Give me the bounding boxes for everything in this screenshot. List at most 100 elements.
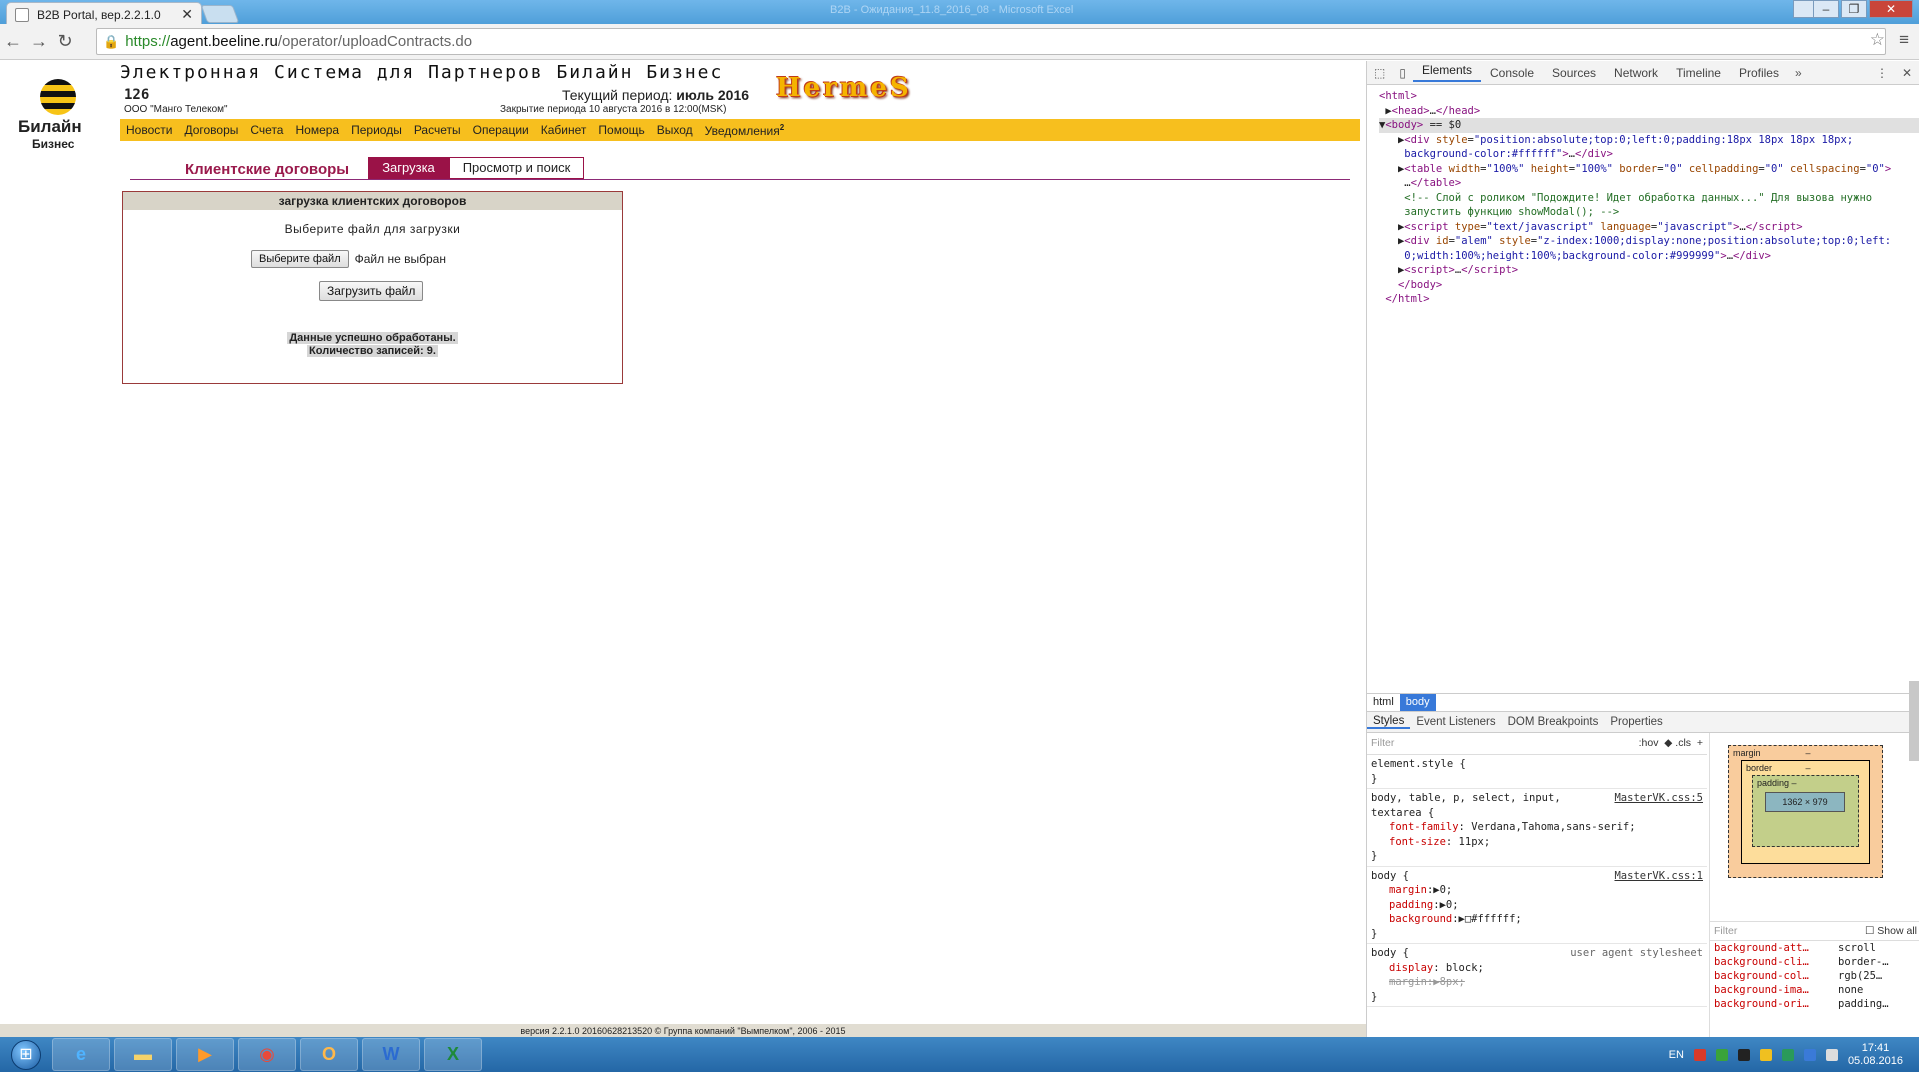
css-rule[interactable]: user agent stylesheet body { display: bl… [1367,944,1707,1007]
nav-contracts[interactable]: Договоры [184,123,238,137]
browser-tab[interactable]: B2B Portal, вер.2.2.1.0 ✕ [6,2,202,26]
tray-app-icon[interactable] [1737,1048,1750,1061]
nav-periods[interactable]: Периоды [351,123,402,137]
nav-notifications[interactable]: Уведомления2 [705,123,784,138]
new-tab-button[interactable] [200,5,240,23]
inspect-element-icon[interactable]: ⬚ [1367,66,1392,80]
css-rule[interactable]: MasterVK.css:5 body, table, p, select, i… [1367,789,1707,867]
computed-row[interactable]: background-cli… border-… [1710,955,1919,969]
dom-line[interactable]: ▶<div id="alem" style="z-index:1000;disp… [1379,234,1919,249]
devtools-tab-sources[interactable]: Sources [1543,66,1605,80]
dom-line[interactable]: background-color:#ffffff">…</div> [1379,147,1919,162]
tray-app-icon[interactable] [1759,1048,1772,1061]
dom-line[interactable]: 0;width:100%;height:100%;background-colo… [1379,249,1919,264]
dom-line[interactable]: </body> [1379,278,1919,293]
internet-explorer-icon[interactable]: e [52,1038,110,1071]
outlook-icon[interactable]: O [300,1038,358,1071]
dom-line[interactable]: <html> [1379,89,1919,104]
subtab-event-listeners[interactable]: Event Listeners [1410,716,1501,728]
box-model-padding[interactable]: padding – 1362 × 979 [1752,775,1859,847]
css-rule[interactable]: MasterVK.css:1 body { margin:▶0; padding… [1367,867,1707,944]
devtools-tab-elements[interactable]: Elements [1412,63,1481,82]
computed-row[interactable]: background-col… rgb(25… [1710,969,1919,983]
beeline-logo[interactable]: Билайн Бизнес [18,79,98,151]
device-mode-icon[interactable]: ▯ [1392,66,1413,80]
tray-app-icon[interactable] [1693,1048,1706,1061]
tray-app-icon[interactable] [1715,1048,1728,1061]
bookmark-star-icon[interactable]: ☆ [1870,30,1885,50]
word-icon[interactable]: W [362,1038,420,1071]
crumb-body[interactable]: body [1399,694,1436,711]
excel-icon[interactable]: X [424,1038,482,1071]
css-source-link[interactable]: MasterVK.css:5 [1614,791,1703,806]
subtab-properties[interactable]: Properties [1604,716,1668,728]
address-bar[interactable]: 🔒 https:// agent.beeline.ru /operator/up… [96,28,1886,55]
computed-row[interactable]: background-ima… none [1710,983,1919,997]
dom-line[interactable]: запустить функцию showModal(); --> [1379,205,1919,220]
reload-icon[interactable]: ↻ [52,31,78,52]
forward-arrow-icon[interactable]: → [26,31,52,52]
crumb-html[interactable]: html [1367,694,1400,711]
show-all-checkbox[interactable]: ☐ Show all [1865,925,1917,937]
nav-operations[interactable]: Операции [473,123,529,137]
dom-line[interactable]: ▶<head>…</head> [1379,104,1919,119]
box-model-margin[interactable]: margin – border – padding – 1362 × 979 [1728,745,1883,878]
hov-toggle[interactable]: :hov ◆ .cls + [1639,736,1703,751]
tab-view-search[interactable]: Просмотр и поиск [449,157,584,179]
language-indicator[interactable]: EN [1669,1049,1684,1061]
media-player-icon[interactable]: ▶ [176,1038,234,1071]
file-explorer-icon[interactable]: ▬ [114,1038,172,1071]
chrome-icon[interactable]: ◉ [238,1038,296,1071]
nav-news[interactable]: Новости [126,123,172,137]
css-rule[interactable]: element.style {} [1367,755,1707,789]
css-source-link[interactable]: MasterVK.css:1 [1614,869,1703,884]
close-window-button[interactable]: ✕ [1869,0,1913,18]
dom-line[interactable]: </html> [1379,292,1919,307]
dom-line-selected[interactable]: ▼<body> == $0 [1379,118,1919,133]
maximize-button[interactable]: ❐ [1841,0,1867,18]
minimize-button[interactable]: – [1813,0,1839,18]
start-button[interactable]: ⊞ [0,1037,52,1072]
devtools-menu-icon[interactable]: ⋮ [1869,66,1895,80]
box-model-border[interactable]: border – padding – 1362 × 979 [1741,760,1870,864]
dom-line[interactable]: …</table> [1379,176,1919,191]
devtools-tab-profiles[interactable]: Profiles [1730,66,1788,80]
styles-scrollbar[interactable] [1909,681,1919,761]
nav-calculations[interactable]: Расчеты [414,123,461,137]
subtab-dom-breakpoints[interactable]: DOM Breakpoints [1502,716,1605,728]
box-model-content[interactable]: 1362 × 979 [1765,792,1845,812]
clock[interactable]: 17:41 05.08.2016 [1848,1042,1903,1068]
nav-cabinet[interactable]: Кабинет [541,123,587,137]
dom-tree[interactable]: <html> ▶<head>…</head> ▼<body> == $0 ▶<d… [1367,85,1919,307]
dom-line[interactable]: ▶<script type="text/javascript" language… [1379,220,1919,235]
devtools-tab-console[interactable]: Console [1481,66,1543,80]
computed-row[interactable]: background-ori… padding… [1710,997,1919,1011]
computed-filter[interactable]: Filter ☐ Show all [1710,921,1919,941]
tab-upload[interactable]: Загрузка [368,157,449,179]
more-tabs-icon[interactable]: » [1788,66,1809,80]
dom-line[interactable]: ▶<div style="position:absolute;top:0;lef… [1379,133,1919,148]
upload-file-button[interactable]: Загрузить файл [319,281,424,301]
subtab-styles[interactable]: Styles [1367,715,1411,729]
nav-invoices[interactable]: Счета [250,123,283,137]
volume-icon[interactable] [1825,1048,1838,1061]
close-tab-icon[interactable]: ✕ [181,6,193,23]
windows-taskbar: ⊞ e ▬ ▶ ◉ O W X EN 17:41 05.08.2016 [0,1037,1919,1072]
tray-app-icon[interactable] [1781,1048,1794,1061]
browser-menu-icon[interactable]: ≡ [1899,30,1909,50]
close-devtools-icon[interactable]: ✕ [1895,66,1919,80]
computed-row[interactable]: background-att… scroll [1710,941,1919,955]
nav-logout[interactable]: Выход [657,123,693,137]
devtools-tab-timeline[interactable]: Timeline [1667,66,1730,80]
network-icon[interactable] [1803,1048,1816,1061]
devtools-tab-network[interactable]: Network [1605,66,1667,80]
nav-numbers[interactable]: Номера [295,123,339,137]
choose-file-button[interactable]: Выберите файл [251,250,349,268]
styles-filter[interactable]: Filter :hov ◆ .cls + [1367,733,1707,755]
back-arrow-icon[interactable]: ← [0,31,26,52]
dom-line[interactable]: <!-- Слой с роликом "Подождите! Идет обр… [1379,191,1919,206]
record-count: Количество записей: 9. [307,345,438,357]
dom-line[interactable]: ▶<script>…</script> [1379,263,1919,278]
dom-line[interactable]: ▶<table width="100%" height="100%" borde… [1379,162,1919,177]
nav-help[interactable]: Помощь [598,123,644,137]
